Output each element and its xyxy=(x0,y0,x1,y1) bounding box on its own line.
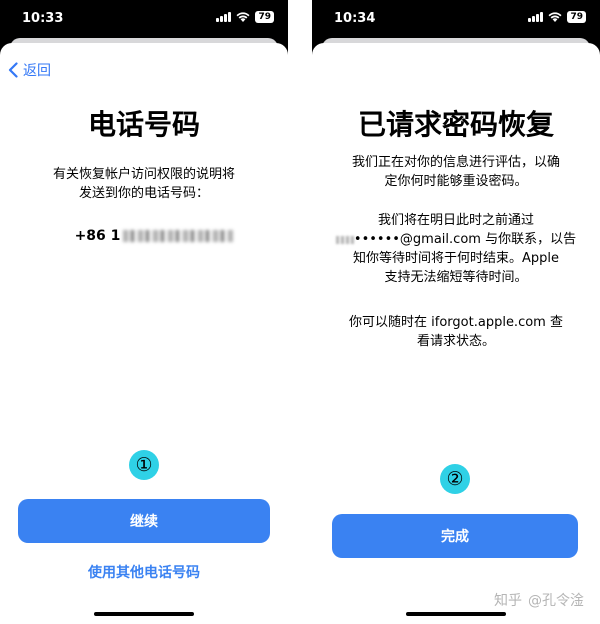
status-bar: 10:34 79 xyxy=(312,0,600,36)
status-bar: 10:33 79 xyxy=(0,0,288,36)
page-title: 电话号码 xyxy=(87,108,200,141)
status-paragraph-evaluation: 我们正在对你的信息进行评估，以确 定你何时能够重设密码。 xyxy=(324,153,588,191)
page-title: 已请求密码恢复 xyxy=(357,108,554,141)
home-indicator[interactable] xyxy=(406,612,506,616)
description-line: 有关恢复帐户访问权限的说明将 xyxy=(52,167,235,182)
status-icons: 79 xyxy=(216,11,274,23)
battery-icon: 79 xyxy=(255,11,274,23)
done-button[interactable]: 完成 xyxy=(332,514,578,558)
back-button[interactable]: 返回 xyxy=(8,60,51,80)
wifi-icon xyxy=(548,12,562,22)
status-time: 10:33 xyxy=(22,11,64,26)
wifi-icon xyxy=(236,12,250,22)
paragraph-line: 我们正在对你的信息进行评估，以确 xyxy=(351,155,560,170)
status-paragraph-contact: 我们将在明日此时之前通过 ••••••@gmail.com 与你联系，以告 知你… xyxy=(324,211,588,287)
modal-sheet: 已请求密码恢复 我们正在对你的信息进行评估，以确 定你何时能够重设密码。 我们将… xyxy=(312,43,600,624)
paragraph-line: 我们将在明日此时之前通过 xyxy=(377,213,534,228)
paragraph-line: 你可以随时在 iforgot.apple.com 查 xyxy=(349,315,563,330)
paragraph-line: 定你何时能够重设密码。 xyxy=(384,174,528,189)
battery-icon: 79 xyxy=(567,11,586,23)
status-paragraph-check: 你可以随时在 iforgot.apple.com 查 看请求状态。 xyxy=(324,313,588,351)
signal-icon xyxy=(216,12,232,22)
step-badge: ② xyxy=(440,464,470,494)
watermark-site: 知乎 xyxy=(494,593,522,609)
redacted-email-prefix xyxy=(335,235,354,244)
phone-prefix: +86 1 xyxy=(74,228,121,244)
paragraph-line: 知你等待时间将于何时结束。Apple xyxy=(352,251,559,266)
step-badge: ① xyxy=(129,450,159,480)
phone-number-value: +86 1 xyxy=(40,228,268,244)
back-label: 返回 xyxy=(23,63,51,79)
description-line: 发送到你的电话号码： xyxy=(78,186,209,201)
paragraph-line: ••••••@gmail.com 与你联系，以告 xyxy=(324,230,588,249)
paragraph-line: 支持无法缩短等待时间。 xyxy=(384,270,528,285)
home-indicator[interactable] xyxy=(94,612,194,616)
modal-sheet: 返回 电话号码 有关恢复帐户访问权限的说明将 发送到你的电话号码： +86 1 … xyxy=(0,43,288,624)
paragraph-line: 看请求状态。 xyxy=(416,334,495,349)
status-icons: 79 xyxy=(528,11,586,23)
description-text: 有关恢复帐户访问权限的说明将 发送到你的电话号码： xyxy=(24,165,264,203)
signal-icon xyxy=(528,12,544,22)
chevron-left-icon xyxy=(8,62,18,78)
use-other-phone-number-link[interactable]: 使用其他电话号码 xyxy=(0,562,288,582)
redacted-digits xyxy=(123,230,234,242)
phone-screen-phone-number: 10:33 79 返回 电话号码 有关恢复帐户访问权限的说明将 发送到你的电话号… xyxy=(0,0,288,624)
phone-screen-recovery-requested: 10:34 79 已请求密码恢复 我们正在对你的信息进行评估，以确 定你何时能够… xyxy=(312,0,600,624)
status-time: 10:34 xyxy=(334,11,376,26)
watermark-author: @孔令淦 xyxy=(528,593,584,609)
watermark: 知乎 @孔令淦 xyxy=(494,590,584,610)
continue-button[interactable]: 继续 xyxy=(18,499,270,543)
email-text: ••••••@gmail.com 与你联系，以告 xyxy=(353,232,577,247)
